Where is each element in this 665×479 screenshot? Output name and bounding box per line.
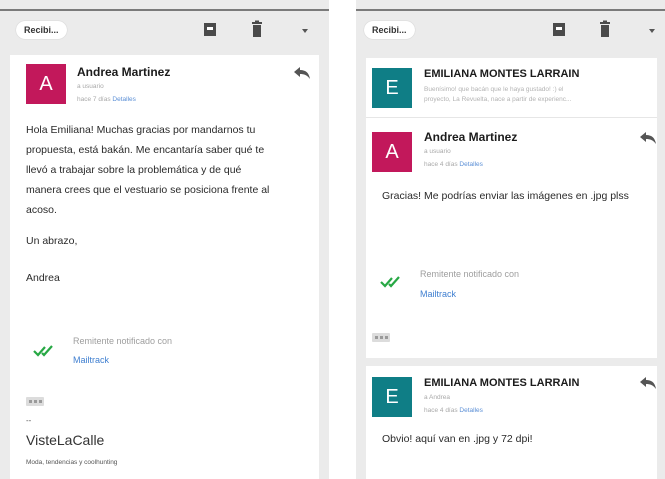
avatar: A <box>26 64 66 104</box>
message-card[interactable]: A Andrea Martinez a usuario hace 7 días … <box>10 55 319 479</box>
details-link[interactable]: Detalles <box>459 161 482 168</box>
signature-text: Andrea <box>26 272 60 284</box>
message-divider <box>366 117 657 118</box>
avatar-letter: E <box>385 386 399 408</box>
body-line: llevó a trabajar sobre la problemática y… <box>26 164 242 176</box>
brand-tagline: Moda, tendencias y coolhunting <box>26 459 118 466</box>
toolbar: Recibi... <box>0 11 329 51</box>
recipient-line: a usuario <box>77 83 104 90</box>
reply-icon[interactable] <box>294 67 310 79</box>
avatar-letter: A <box>385 141 399 163</box>
avatar: A <box>372 132 412 172</box>
body-line: propuesta, está bakán. Me encantaría sab… <box>26 144 265 156</box>
right-email-view: Recibi... E EMILIANA MONTES LARRAIN Buen… <box>356 0 665 479</box>
chevron-down-icon[interactable] <box>644 20 660 40</box>
archive-icon[interactable] <box>551 20 567 40</box>
sender-name: EMILIANA MONTES LARRAIN <box>424 68 580 80</box>
date-line: hace 4 días Detalles <box>424 407 483 414</box>
message-body: Hola Emiliana! Muchas gracias por mandar… <box>26 120 316 220</box>
message-body: Obvio! aquí van en .jpg y 72 dpi! <box>382 433 533 445</box>
avatar: E <box>372 68 412 108</box>
sender-name: Andrea Martinez <box>424 130 518 144</box>
trash-icon[interactable] <box>597 20 613 40</box>
mailtrack-check-icon <box>33 344 59 358</box>
trash-icon[interactable] <box>249 20 265 40</box>
avatar: E <box>372 377 412 417</box>
left-email-view: Recibi... A Andrea Martinez a usuario ha… <box>0 0 329 479</box>
mailtrack-link[interactable]: Mailtrack <box>420 289 456 299</box>
signature-dashes: -- <box>26 416 32 425</box>
date-text: hace 7 días <box>77 96 111 103</box>
body-line: Hola Emiliana! Muchas gracias por mandar… <box>26 124 256 136</box>
reply-icon[interactable] <box>640 132 656 144</box>
chevron-down-icon[interactable] <box>297 20 313 40</box>
body-line: acoso. <box>26 204 57 216</box>
avatar-letter: A <box>39 73 53 95</box>
message-body: Gracias! Me podrías enviar las imágenes … <box>382 190 629 202</box>
avatar-letter: E <box>385 77 399 99</box>
toolbar: Recibi... <box>356 11 665 51</box>
snippet-line: Buenísimo! que bacán que le haya gustado… <box>424 86 564 93</box>
sender-name: Andrea Martinez <box>77 65 171 79</box>
inbox-button[interactable]: Recibi... <box>16 21 67 39</box>
mailtrack-check-icon <box>380 275 406 289</box>
recipient-line: a Andrea <box>424 394 451 401</box>
date-text: hace 4 días <box>424 161 458 168</box>
reply-icon[interactable] <box>640 377 656 389</box>
closing-text: Un abrazo, <box>26 235 78 247</box>
inbox-button[interactable]: Recibi... <box>364 21 415 39</box>
archive-icon[interactable] <box>202 20 218 40</box>
details-link[interactable]: Detalles <box>112 96 135 103</box>
date-line: hace 7 días Detalles <box>77 96 136 103</box>
body-line: manera crees que el vestuario se posicio… <box>26 184 270 196</box>
mailtrack-label: Remitente notificado con <box>420 269 520 279</box>
message-card[interactable]: E EMILIANA MONTES LARRAIN a Andrea hace … <box>366 366 657 479</box>
date-text: hace 4 días <box>424 407 458 414</box>
mailtrack-link[interactable]: Mailtrack <box>73 355 109 365</box>
snippet-line: proyecto, La Revuelta, nace a partir de … <box>424 96 572 103</box>
date-line: hace 4 días Detalles <box>424 161 483 168</box>
sender-name: EMILIANA MONTES LARRAIN <box>424 377 580 389</box>
message-snippet: Buenísimo! que bacán que le haya gustado… <box>424 85 654 105</box>
show-trimmed-content-button[interactable] <box>372 333 390 342</box>
details-link[interactable]: Detalles <box>459 407 482 414</box>
show-trimmed-content-button[interactable] <box>26 397 44 406</box>
mailtrack-label: Remitente notificado con <box>73 336 173 346</box>
brand-name: VisteLaCalle <box>26 432 105 448</box>
thread-card: E EMILIANA MONTES LARRAIN Buenísimo! que… <box>366 58 657 358</box>
recipient-line: a usuario <box>424 148 451 155</box>
